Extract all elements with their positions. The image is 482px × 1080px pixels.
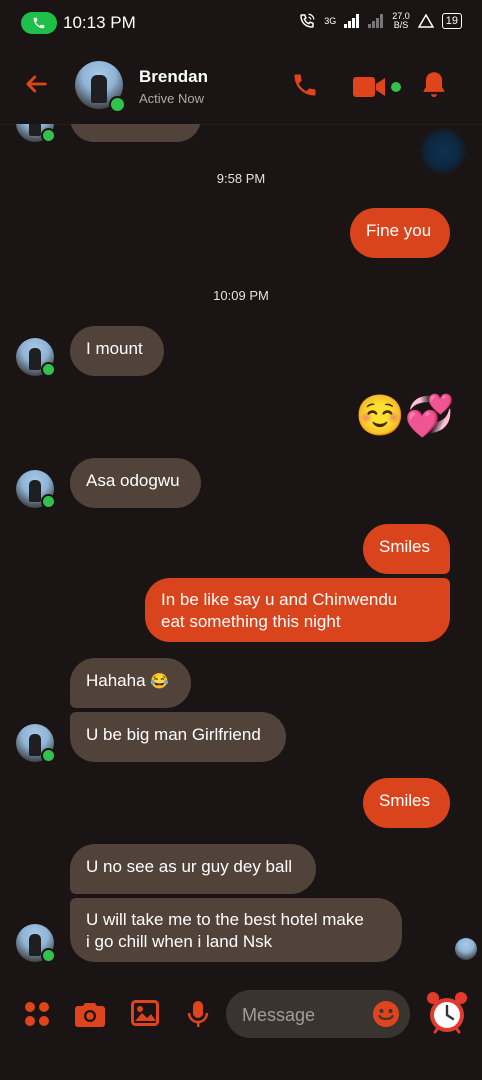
data-speed: 27.0 B/S bbox=[392, 12, 410, 30]
message-bubble-incoming[interactable]: I mount bbox=[70, 326, 164, 376]
camera-icon[interactable] bbox=[75, 1001, 105, 1027]
message-line: In be like say u and Chinwendu bbox=[161, 590, 398, 609]
message-bubble-outgoing[interactable]: Fine you bbox=[350, 208, 450, 258]
timestamp: 10:09 PM bbox=[213, 288, 269, 303]
contact-status: Active Now bbox=[139, 91, 205, 106]
emoji-icon[interactable] bbox=[372, 1000, 400, 1028]
message-bubble-incoming[interactable]: U be big man Girlfriend bbox=[70, 712, 286, 762]
online-indicator bbox=[41, 494, 56, 509]
video-active-dot bbox=[391, 82, 401, 92]
message-bubble-outgoing[interactable]: In be like say u and Chinwendu eat somet… bbox=[145, 578, 450, 642]
message-box[interactable] bbox=[226, 990, 410, 1040]
status-bar: 10:13 PM 3G 27.0 B/S 19 bbox=[0, 0, 482, 46]
status-time: 10:13 PM bbox=[63, 13, 136, 32]
status-icons: 3G 27.0 B/S 19 bbox=[298, 12, 462, 30]
message-text: Hahaha bbox=[86, 671, 146, 690]
composer-bar bbox=[0, 976, 482, 1080]
call-icon[interactable] bbox=[291, 71, 319, 99]
bell-icon[interactable] bbox=[420, 70, 448, 100]
network-type: 3G bbox=[324, 15, 337, 26]
message-input[interactable] bbox=[240, 990, 364, 1040]
message-bubble-incoming[interactable]: U will take me to the best hotel make i … bbox=[70, 898, 402, 962]
ongoing-call-indicator[interactable] bbox=[21, 12, 57, 34]
phone-icon bbox=[33, 17, 45, 29]
online-indicator bbox=[41, 948, 56, 963]
message-bubble-incoming[interactable]: U no see as ur guy dey ball bbox=[70, 844, 316, 894]
message-line: i go chill when i land Nsk bbox=[86, 932, 273, 951]
message-bubble-outgoing[interactable]: Smiles bbox=[363, 524, 450, 574]
chat-header: Brendan Active Now bbox=[0, 46, 482, 125]
online-indicator bbox=[109, 96, 126, 113]
video-call-icon[interactable] bbox=[353, 75, 387, 99]
seen-receipt-avatar bbox=[455, 938, 477, 960]
apps-icon[interactable] bbox=[24, 1001, 50, 1027]
alert-icon bbox=[417, 14, 434, 28]
timestamp: 9:58 PM bbox=[216, 171, 266, 186]
battery-indicator: 19 bbox=[441, 13, 462, 29]
online-indicator bbox=[41, 748, 56, 763]
contact-name[interactable]: Brendan bbox=[139, 67, 208, 87]
back-arrow-icon[interactable] bbox=[22, 70, 50, 98]
message-bubble-incoming[interactable]: Asa odogwu bbox=[70, 458, 201, 508]
gallery-icon[interactable] bbox=[131, 1000, 159, 1026]
message-line: eat something this night bbox=[161, 612, 341, 631]
online-indicator bbox=[41, 128, 56, 143]
floating-indicator bbox=[420, 128, 466, 174]
message-line: U will take me to the best hotel make bbox=[86, 910, 364, 929]
online-indicator bbox=[41, 362, 56, 377]
message-bubble-incoming[interactable]: Hahaha 😂 bbox=[70, 658, 191, 708]
signal-icon bbox=[344, 14, 360, 28]
emoji-message[interactable]: ☺️💞 bbox=[355, 394, 455, 438]
mic-icon[interactable] bbox=[187, 1000, 209, 1028]
message-bubble-outgoing[interactable]: Smiles bbox=[363, 778, 450, 828]
signal-icon-2 bbox=[368, 14, 384, 28]
laughing-emoji: 😂 bbox=[150, 673, 169, 690]
data-speed-unit: B/S bbox=[393, 20, 409, 30]
message-bubble-incoming-cut[interactable] bbox=[70, 124, 201, 142]
alarm-clock-icon[interactable] bbox=[425, 990, 469, 1036]
message-list[interactable]: 9:58 PM Fine you 10:09 PM I mount ☺️💞 As… bbox=[0, 124, 482, 976]
wifi-calling-icon bbox=[300, 13, 315, 28]
